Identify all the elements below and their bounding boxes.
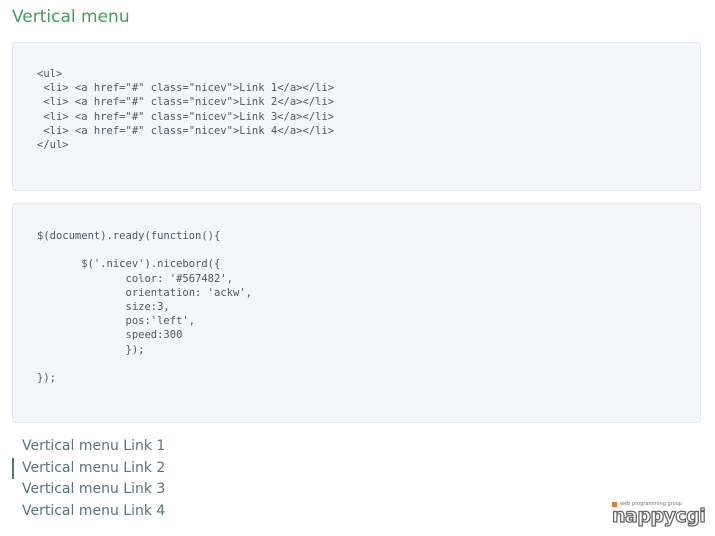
menu-list-item: Vertical menu Link 1	[12, 436, 165, 458]
page-title: Vertical menu	[12, 7, 130, 27]
logo-wordmark: nappycgi	[611, 504, 706, 527]
menu-list-item: Vertical menu Link 4	[12, 501, 165, 523]
html-code-block: <ul> <li> <a href="#" class="nicev">Link…	[12, 42, 701, 191]
menu-link-1[interactable]: Vertical menu Link 1	[12, 436, 165, 458]
menu-link-4[interactable]: Vertical menu Link 4	[12, 501, 165, 523]
nappycgi-logo: web programming group nappycgi	[611, 501, 706, 528]
html-code-text: <ul> <li> <a href="#" class="nicev">Link…	[37, 68, 335, 152]
js-code-text: $(document).ready(function(){ $('.nicev'…	[37, 230, 252, 385]
js-code-block: $(document).ready(function(){ $('.nicev'…	[12, 203, 701, 423]
menu-link-3[interactable]: Vertical menu Link 3	[12, 479, 165, 501]
menu-link-2[interactable]: Vertical menu Link 2	[12, 457, 165, 480]
vertical-menu: Vertical menu Link 1 Vertical menu Link …	[12, 436, 165, 522]
menu-list-item: Vertical menu Link 3	[12, 479, 165, 501]
menu-list-item: Vertical menu Link 2	[12, 457, 165, 480]
